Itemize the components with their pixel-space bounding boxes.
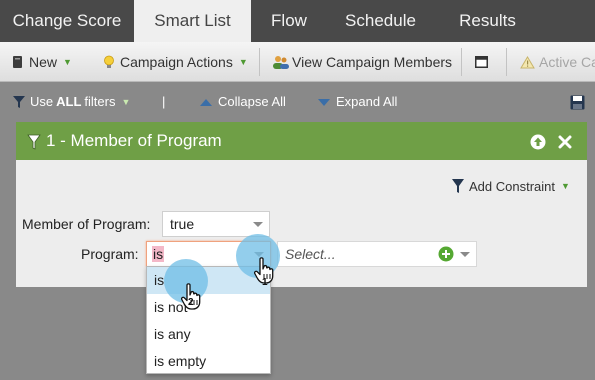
chevron-down-icon: ▼ <box>63 57 72 67</box>
member-of-program-select[interactable]: true <box>162 211 270 237</box>
chevron-down-icon: ▼ <box>238 57 248 67</box>
toolbar: New ▼ Campaign Actions ▼ View Campaign M… <box>0 42 595 82</box>
close-icon[interactable] <box>558 135 572 149</box>
chevron-down-icon: ▼ <box>561 181 570 191</box>
program-placeholder: Select... <box>285 246 336 262</box>
filter-wand-icon <box>27 134 41 150</box>
add-icon[interactable] <box>438 246 454 262</box>
filter-header: 1 - Member of Program <box>16 122 587 160</box>
move-up-icon[interactable] <box>530 134 546 150</box>
expand-icon <box>318 98 330 106</box>
save-button[interactable] <box>570 82 585 122</box>
view-campaign-members-button[interactable]: View Campaign Members <box>272 42 452 82</box>
tab-schedule[interactable]: Schedule <box>327 0 434 42</box>
campaign-actions-label: Campaign Actions <box>120 54 233 70</box>
lightbulb-icon <box>104 55 114 68</box>
warning-icon <box>520 55 535 68</box>
filter-bar-separator: | <box>162 94 166 109</box>
chevron-down-icon <box>460 252 470 257</box>
new-button[interactable]: New ▼ <box>12 42 72 82</box>
window-button[interactable] <box>475 42 488 82</box>
add-constraint-label: Add Constraint <box>469 178 555 194</box>
use-all-filters-dropdown[interactable]: Use ALL filters ▼ <box>12 82 130 122</box>
toolbar-divider <box>506 48 507 76</box>
activate-label: Active Ca <box>539 54 595 70</box>
use-all-label: ALL <box>56 94 82 109</box>
option-is-not[interactable]: is not <box>147 294 270 321</box>
new-document-icon <box>13 56 22 68</box>
toolbar-divider <box>259 48 260 76</box>
campaign-actions-button[interactable]: Campaign Actions ▼ <box>103 42 248 82</box>
member-of-program-value: true <box>170 216 195 232</box>
step-number-2: 2 <box>188 297 194 308</box>
use-label: Use <box>30 94 54 109</box>
program-label: Program: <box>81 246 139 262</box>
members-icon <box>273 55 289 69</box>
collapse-all-button[interactable]: Collapse All <box>200 82 286 122</box>
tab-smart-list[interactable]: Smart List <box>134 0 251 42</box>
chevron-down-icon: ▼ <box>121 97 131 107</box>
activate-button[interactable]: Active Ca <box>520 42 595 82</box>
collapse-all-label: Collapse All <box>218 94 286 109</box>
new-label: New <box>29 54 58 70</box>
expand-all-button[interactable]: Expand All <box>318 82 397 122</box>
add-constraint-button[interactable]: Add Constraint ▼ <box>450 178 570 194</box>
window-icon <box>475 56 488 68</box>
filter-funnel-icon <box>13 96 25 108</box>
filter-title: 1 - Member of Program <box>46 131 222 150</box>
expand-all-label: Expand All <box>336 94 398 109</box>
filter-bar: Use ALL filters ▼ | Collapse All Expand … <box>0 82 595 122</box>
program-select[interactable]: Select... <box>277 241 477 267</box>
save-icon <box>570 95 585 109</box>
filters-label: filters <box>84 94 116 109</box>
view-members-label: View Campaign Members <box>292 54 453 70</box>
option-is-empty[interactable]: is empty <box>147 348 270 375</box>
tab-results[interactable]: Results <box>434 0 541 42</box>
operator-value: is <box>152 246 165 262</box>
constraint-wand-icon <box>452 179 464 193</box>
step-number-1: 1 <box>262 277 268 288</box>
tab-bar: Change Score Smart List Flow Schedule Re… <box>0 0 595 42</box>
option-is-any[interactable]: is any <box>147 321 270 348</box>
tab-change-score[interactable]: Change Score <box>0 0 134 42</box>
collapse-icon <box>200 98 212 106</box>
toolbar-divider <box>461 48 462 76</box>
chevron-down-icon <box>253 222 263 227</box>
member-of-program-label: Member of Program: <box>22 216 151 232</box>
tab-flow[interactable]: Flow <box>251 0 327 42</box>
